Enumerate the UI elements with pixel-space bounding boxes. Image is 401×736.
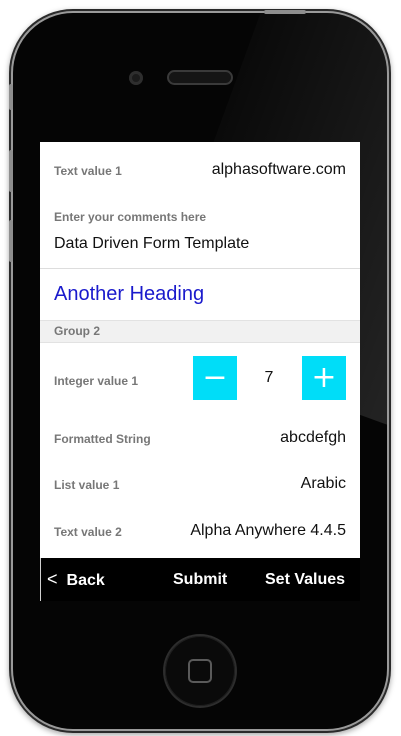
power-button xyxy=(264,10,306,14)
bottom-toolbar: < Back Submit Set Values xyxy=(40,558,360,601)
divider xyxy=(40,268,360,269)
formatted-string-row[interactable]: Formatted String abcdefgh xyxy=(40,413,360,461)
submit-button[interactable]: Submit xyxy=(173,558,227,601)
text-value-1-row[interactable]: Text value 1 alphasoftware.com xyxy=(40,142,360,198)
earpiece-speaker xyxy=(167,70,233,85)
formatted-string-value[interactable]: abcdefgh xyxy=(280,429,346,447)
formatted-string-label: Formatted String xyxy=(54,432,151,446)
integer-value-1-value[interactable]: 7 xyxy=(259,369,279,387)
app-screen: Text value 1 alphasoftware.com Enter you… xyxy=(40,142,360,601)
chevron-left-icon: < xyxy=(47,569,58,589)
comments-row[interactable]: Enter your comments here Data Driven For… xyxy=(40,198,360,268)
text-value-1-label: Text value 1 xyxy=(54,164,122,178)
list-value-1-value[interactable]: Arabic xyxy=(301,475,346,493)
decrement-button[interactable]: − xyxy=(193,356,237,400)
list-value-1-row[interactable]: List value 1 Arabic xyxy=(40,461,360,507)
back-button[interactable]: < Back xyxy=(47,558,105,601)
group-header: Group 2 xyxy=(40,320,360,343)
comments-label: Enter your comments here xyxy=(54,210,207,224)
list-value-1-label: List value 1 xyxy=(54,478,120,492)
section-heading: Another Heading xyxy=(54,283,205,305)
increment-button[interactable]: + xyxy=(302,356,346,400)
comments-field[interactable]: Data Driven Form Template xyxy=(54,235,249,253)
form-panel: Text value 1 alphasoftware.com Enter you… xyxy=(40,142,360,558)
plus-icon: + xyxy=(311,360,337,395)
set-values-button[interactable]: Set Values xyxy=(265,558,345,601)
text-value-2-row[interactable]: Text value 2 Alpha Anywhere 4.4.5 xyxy=(40,507,360,558)
volume-up-button xyxy=(9,150,13,192)
integer-value-1-row: Integer value 1 − 7 + xyxy=(40,343,360,413)
text-value-2-value[interactable]: Alpha Anywhere 4.4.5 xyxy=(190,522,346,540)
toolbar-divider xyxy=(40,558,41,601)
group-label: Group 2 xyxy=(54,324,101,338)
home-button-square-icon xyxy=(188,659,212,683)
minus-icon: − xyxy=(202,360,228,395)
home-button[interactable] xyxy=(165,636,235,706)
back-label: Back xyxy=(66,572,105,589)
volume-down-button xyxy=(9,220,13,262)
integer-value-1-label: Integer value 1 xyxy=(54,374,139,388)
text-value-2-label: Text value 2 xyxy=(54,525,122,539)
mute-switch xyxy=(9,84,13,110)
front-camera xyxy=(129,71,143,85)
text-value-1-value[interactable]: alphasoftware.com xyxy=(212,161,346,179)
